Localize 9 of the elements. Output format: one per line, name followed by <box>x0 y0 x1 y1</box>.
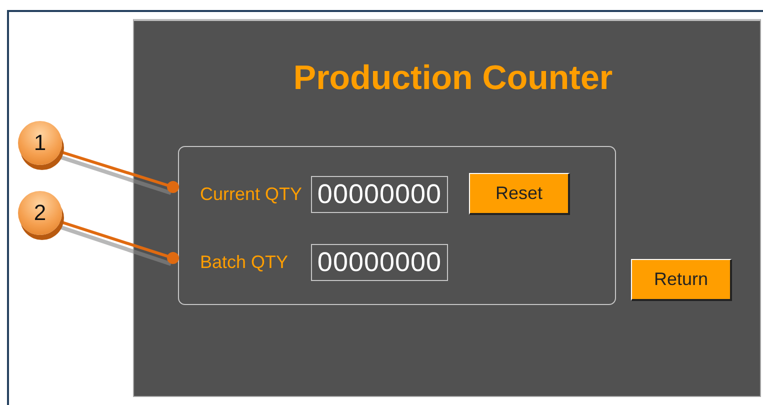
counter-label: Batch QTY <box>200 252 290 272</box>
counter-display: 00000000 <box>311 176 448 212</box>
reset-button[interactable]: Reset <box>469 173 570 215</box>
callout-marker: 2 <box>18 191 62 235</box>
return-button[interactable]: Return <box>631 259 732 301</box>
counter-display: 00000000 <box>311 244 448 280</box>
callout-marker: 1 <box>18 121 62 165</box>
counter-label: Current QTY <box>200 184 304 204</box>
screen-title: Production Counter <box>292 58 614 99</box>
